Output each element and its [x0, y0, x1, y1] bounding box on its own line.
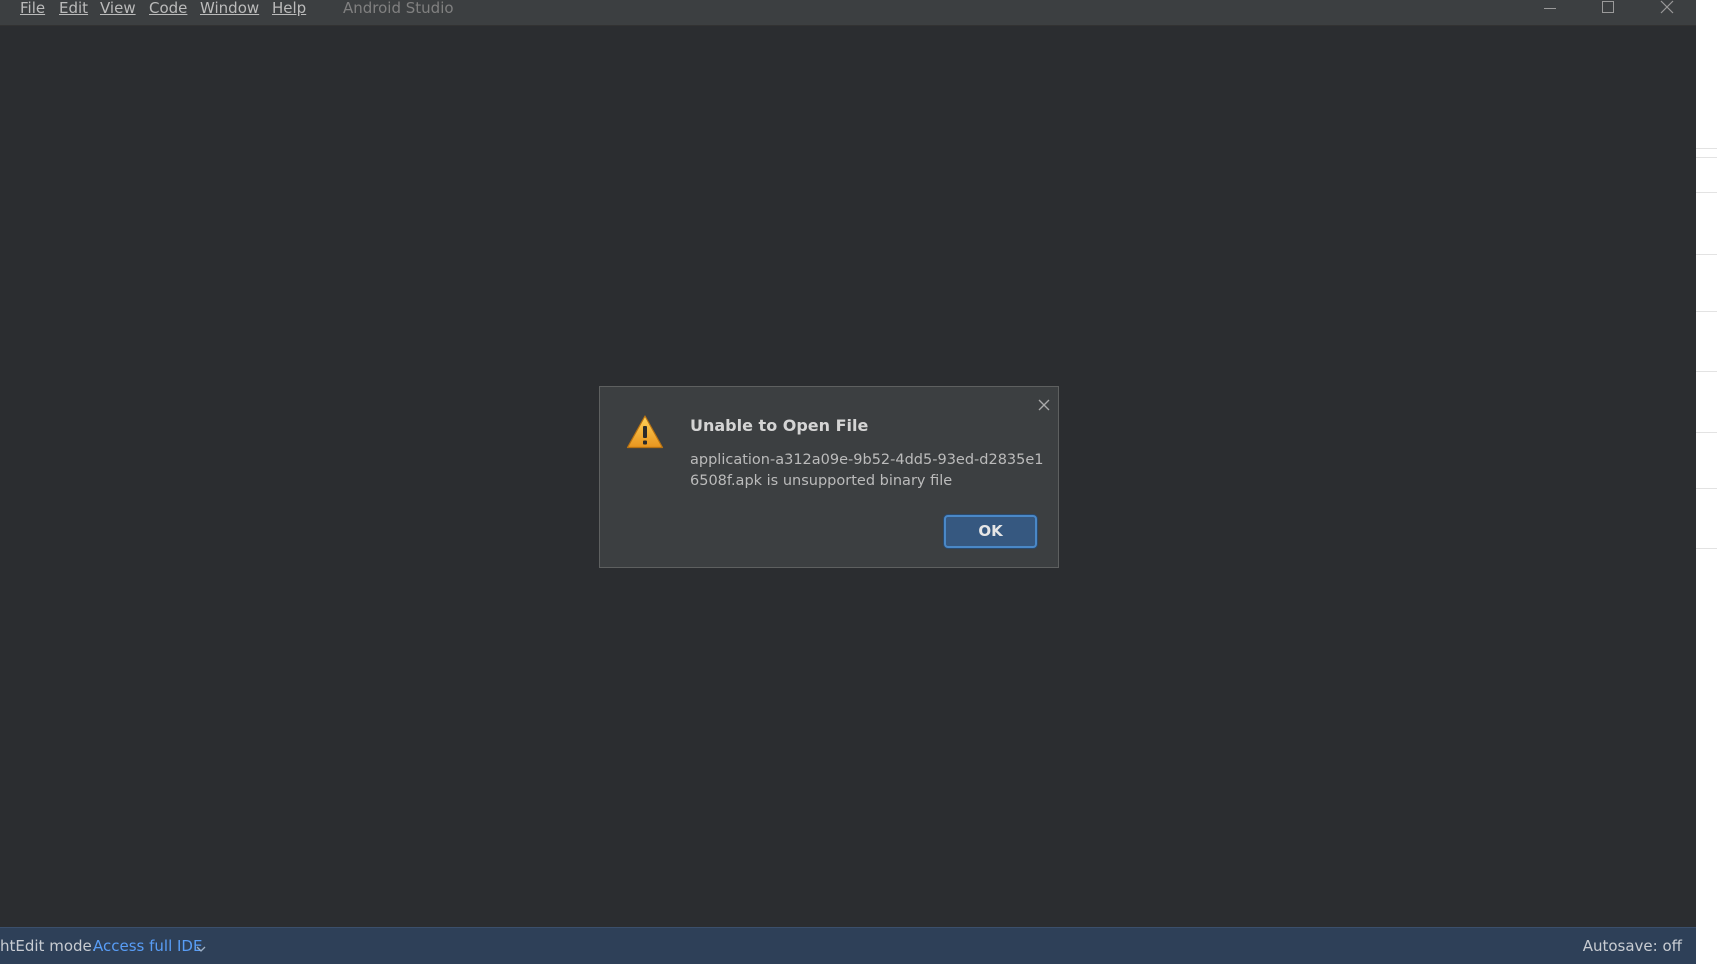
background-window-edge — [1696, 0, 1717, 970]
access-full-ide-link[interactable]: Access full IDE — [93, 937, 202, 955]
menu-code-label: Code — [149, 0, 188, 17]
menu-code[interactable]: Code — [149, 0, 187, 18]
menu-window-label: Window — [200, 0, 260, 17]
maximize-icon — [1602, 1, 1614, 13]
minimize-icon — [1544, 8, 1556, 9]
menu-view[interactable]: View — [100, 0, 136, 18]
autosave-status[interactable]: Autosave: off — [1583, 937, 1682, 955]
dialog-message: application-a312a09e-9b52-4dd5-93ed-d283… — [690, 452, 1044, 489]
menu-help[interactable]: Help — [272, 0, 306, 18]
divider — [1696, 432, 1717, 433]
window-title: Android Studio — [343, 0, 454, 17]
menu-edit-label: Edit — [59, 0, 89, 17]
divider — [1696, 371, 1717, 372]
lightedit-mode-label: htEdit mode. — [0, 937, 97, 955]
unable-to-open-dialog: Unable to Open File application-a312a09e… — [599, 386, 1059, 568]
status-bar: htEdit mode. Access full IDE Autosave: o… — [0, 927, 1696, 964]
divider — [1696, 548, 1717, 549]
menu-edit[interactable]: Edit — [59, 0, 88, 18]
divider — [1696, 311, 1717, 312]
app-window: File Edit View Code Window Help Android … — [0, 0, 1696, 964]
menu-view-label: View — [100, 0, 136, 17]
close-icon — [1660, 0, 1674, 14]
minimize-button[interactable] — [1526, 0, 1572, 18]
menu-window[interactable]: Window — [200, 0, 259, 18]
dialog-title: Unable to Open File — [690, 416, 869, 435]
title-bar: File Edit View Code Window Help Android … — [0, 0, 1696, 26]
menu-file-label: File — [20, 0, 46, 17]
chevron-down-icon[interactable] — [195, 939, 207, 952]
divider — [1696, 254, 1717, 255]
divider — [1696, 488, 1717, 489]
menu-help-label: Help — [272, 0, 307, 17]
menu-file[interactable]: File — [20, 0, 45, 18]
ok-button[interactable]: OK — [944, 515, 1037, 548]
maximize-button[interactable] — [1585, 0, 1631, 18]
warning-icon — [626, 414, 664, 450]
divider — [1696, 148, 1717, 149]
dialog-close-button[interactable] — [1036, 397, 1052, 413]
close-icon — [1038, 399, 1050, 411]
window-close-button[interactable] — [1644, 0, 1690, 18]
divider — [1696, 157, 1717, 158]
divider — [1696, 192, 1717, 193]
